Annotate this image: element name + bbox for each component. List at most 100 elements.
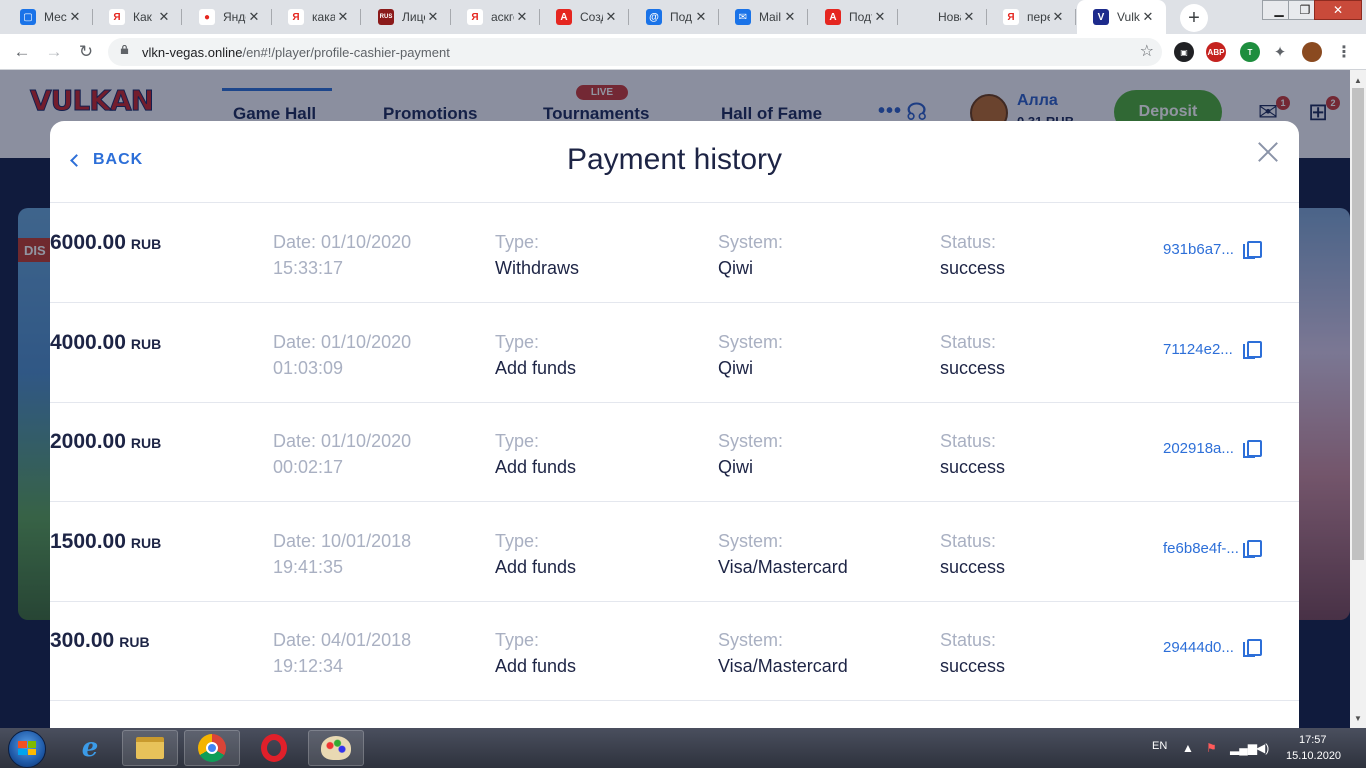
- tab-favicon-icon: @: [646, 9, 662, 25]
- bookmark-star-icon[interactable]: ☆: [1140, 41, 1154, 61]
- type-value: Add funds: [495, 357, 577, 378]
- tab-title: Vulk: [1117, 10, 1140, 24]
- copy-icon[interactable]: [1243, 539, 1262, 558]
- tab-favicon-icon: ✉: [735, 9, 751, 25]
- scroll-down-arrow-icon[interactable]: ▼: [1350, 710, 1366, 726]
- clock-time[interactable]: 17:57: [1299, 734, 1327, 746]
- system-value: Visa/Mastercard: [718, 556, 848, 577]
- browser-tab[interactable]: Якакая✕: [272, 0, 361, 34]
- extensions-icon[interactable]: ✦: [1270, 42, 1290, 62]
- type-label: Type:: [495, 232, 540, 252]
- tab-favicon-icon: Я: [1003, 9, 1019, 25]
- date-value: Date: 04/01/2018: [273, 630, 412, 651]
- tab-close-icon[interactable]: ✕: [961, 9, 977, 25]
- amount-value: 6000.00: [50, 231, 126, 254]
- network-signal-icon[interactable]: ▂▄▆: [1230, 741, 1257, 755]
- paint-icon[interactable]: [308, 730, 364, 766]
- browser-tab[interactable]: Яаскге✕: [451, 0, 540, 34]
- system-value: Qiwi: [718, 357, 753, 378]
- tab-close-icon[interactable]: ✕: [693, 9, 709, 25]
- browser-tab[interactable]: ▢ Месс✕: [4, 0, 93, 34]
- volume-icon[interactable]: ◀): [1256, 741, 1269, 755]
- tab-close-icon[interactable]: ✕: [603, 9, 619, 25]
- tab-close-icon[interactable]: ✕: [425, 9, 441, 25]
- copy-icon[interactable]: [1243, 639, 1262, 658]
- browser-tab[interactable]: ● Янде✕: [183, 0, 272, 34]
- tab-title: Подт: [849, 10, 872, 24]
- transaction-id[interactable]: 202918a...: [1163, 440, 1234, 457]
- payment-type: Type: Add funds: [495, 329, 576, 381]
- address-bar[interactable]: vlkn-vegas.online/en#!/player/profile-ca…: [108, 38, 1162, 66]
- browser-tab[interactable]: A Подт✕: [809, 0, 898, 34]
- tab-title: какая: [312, 10, 335, 24]
- reload-icon[interactable]: ↻: [74, 40, 98, 64]
- close-icon[interactable]: [1255, 139, 1281, 165]
- reader-icon[interactable]: ▣: [1174, 42, 1194, 62]
- browser-menu-icon[interactable]: ⋮: [1334, 42, 1354, 62]
- type-label: Type:: [495, 431, 540, 452]
- close-window-button[interactable]: ✕: [1314, 0, 1362, 20]
- type-label: Type:: [495, 530, 540, 551]
- browser-tab[interactable]: Я Как в✕: [93, 0, 182, 34]
- payment-date: Date: 04/01/2018 19:12:34: [273, 627, 411, 679]
- clock-date[interactable]: 15.10.2020: [1286, 750, 1341, 762]
- copy-icon[interactable]: [1243, 241, 1262, 259]
- language-indicator[interactable]: EN: [1152, 740, 1167, 752]
- scroll-up-arrow-icon[interactable]: ▲: [1350, 72, 1366, 88]
- forward-arrow-icon[interactable]: →: [42, 40, 66, 64]
- status-label: Status:: [940, 331, 997, 352]
- show-hidden-icons-icon[interactable]: ▲: [1182, 741, 1194, 755]
- payment-system: System: Visa/Mastercard: [718, 528, 848, 580]
- transaction-id[interactable]: 29444d0...: [1163, 639, 1234, 656]
- url-text: vlkn-vegas.online/en#!/player/profile-ca…: [142, 45, 450, 60]
- internet-explorer-icon[interactable]: e: [62, 730, 118, 766]
- transaction-id[interactable]: fe6b8e4f-...: [1163, 540, 1239, 557]
- amount-value: 300.00: [50, 629, 115, 653]
- browser-tab[interactable]: @ Под ✕: [630, 0, 719, 34]
- new-tab-button[interactable]: +: [1180, 4, 1208, 32]
- tab-close-icon[interactable]: ✕: [246, 9, 262, 25]
- tab-separator: [807, 9, 808, 25]
- tab-close-icon[interactable]: ✕: [67, 9, 83, 25]
- tab-close-icon[interactable]: ✕: [514, 9, 530, 25]
- tab-close-icon[interactable]: ✕: [872, 9, 888, 25]
- payment-system: System: Visa/Mastercard: [718, 627, 848, 679]
- browser-tab[interactable]: RUS Лице✕: [362, 0, 451, 34]
- scrollbar-thumb[interactable]: [1352, 88, 1364, 560]
- transaction-id[interactable]: 71124e2...: [1163, 341, 1233, 358]
- tab-close-icon[interactable]: ✕: [335, 9, 351, 25]
- browser-tab[interactable]: Япере✕: [987, 0, 1076, 34]
- payment-date: Date: 01/10/2020 01:03:09: [273, 329, 411, 381]
- transaction-id[interactable]: 931b6a7...: [1163, 241, 1234, 258]
- action-center-icon[interactable]: ⚑: [1206, 741, 1217, 755]
- page-scrollbar[interactable]: ▲ ▼: [1350, 70, 1366, 728]
- opera-icon[interactable]: [246, 730, 302, 766]
- amount-currency: RUB: [130, 435, 162, 452]
- system-label: System:: [718, 331, 784, 352]
- browser-tab[interactable]: ✉ Mail. ✕: [719, 0, 808, 34]
- payment-status: Status: success: [940, 329, 1005, 381]
- browser-tab[interactable]: V Vulk ✕: [1077, 0, 1166, 34]
- profile-avatar[interactable]: [1302, 42, 1322, 62]
- tab-close-icon[interactable]: ✕: [1050, 9, 1066, 25]
- tab-favicon-icon: Я: [467, 9, 483, 25]
- browser-tab[interactable]: Новая вк✕: [898, 0, 987, 34]
- copy-icon[interactable]: [1243, 340, 1262, 359]
- translate-icon[interactable]: T: [1240, 42, 1260, 62]
- browser-toolbar: ← → ↻ vlkn-vegas.online/en#!/player/prof…: [0, 34, 1366, 70]
- browser-tab[interactable]: A Созд✕: [540, 0, 629, 34]
- chrome-icon[interactable]: [184, 730, 240, 766]
- system-label: System:: [718, 630, 784, 651]
- tab-separator: [628, 9, 629, 25]
- back-arrow-icon[interactable]: ←: [10, 40, 34, 64]
- tab-close-icon[interactable]: ✕: [156, 9, 172, 25]
- adblock-icon[interactable]: ABP: [1206, 42, 1226, 62]
- amount-value: 4000.00: [50, 330, 126, 354]
- copy-icon[interactable]: [1243, 440, 1262, 459]
- tab-close-icon[interactable]: ✕: [1140, 9, 1156, 25]
- amount-currency: RUB: [130, 335, 162, 352]
- tab-close-icon[interactable]: ✕: [782, 9, 798, 25]
- file-explorer-icon[interactable]: [122, 730, 178, 766]
- status-value: success: [940, 357, 1006, 378]
- amount-value: 1500.00: [50, 529, 126, 553]
